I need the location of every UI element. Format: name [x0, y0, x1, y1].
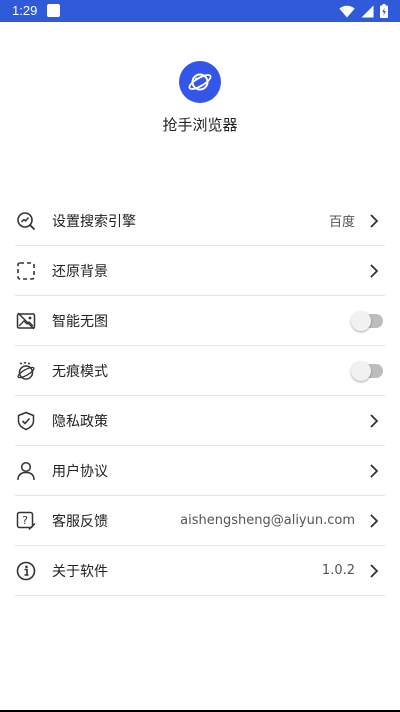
about-version: 1.0.2: [321, 563, 355, 578]
no-image-icon: [16, 311, 36, 331]
wifi-icon: [339, 5, 355, 17]
feedback-label: 客服反馈: [52, 513, 108, 530]
toggle-knob: [351, 360, 371, 381]
incognito-icon: [16, 361, 36, 381]
user-agreement-row[interactable]: 用户协议: [15, 446, 385, 496]
status-icons: [339, 3, 388, 19]
search-engine-row[interactable]: 设置搜索引擎 百度: [15, 196, 385, 246]
chevron-right-icon: [367, 263, 381, 279]
incognito-mode-label: 无痕模式: [52, 363, 108, 380]
chevron-right-icon: [367, 213, 381, 229]
feedback-row[interactable]: ? 客服反馈 aishengsheng@aliyun.com: [15, 496, 385, 546]
feedback-email: aishengsheng@aliyun.com: [180, 513, 355, 528]
restore-background-label: 还原背景: [52, 263, 108, 280]
status-time: 1:29: [12, 3, 38, 18]
smart-no-image-toggle[interactable]: [351, 310, 383, 331]
smart-no-image-row: 智能无图: [15, 296, 385, 346]
search-engine-label: 设置搜索引擎: [52, 213, 136, 230]
about-row[interactable]: 关于软件 1.0.2: [15, 546, 385, 596]
toggle-knob: [351, 310, 371, 331]
user-icon: [16, 461, 36, 481]
notification-icon: [47, 4, 60, 17]
dashed-square-icon: [16, 261, 36, 281]
signal-icon: [361, 5, 374, 17]
info-icon: [16, 561, 36, 581]
svg-text:?: ?: [22, 514, 28, 527]
incognito-mode-toggle[interactable]: [351, 360, 383, 381]
feedback-icon: ?: [16, 511, 36, 531]
privacy-policy-row[interactable]: 隐私政策: [15, 396, 385, 446]
app-logo: [179, 61, 221, 103]
chevron-right-icon: [367, 463, 381, 479]
planet-icon: [188, 73, 212, 91]
search-engine-icon: [16, 211, 36, 231]
battery-icon: [380, 4, 388, 18]
status-bar: 1:29: [0, 0, 400, 22]
smart-no-image-label: 智能无图: [52, 313, 108, 330]
privacy-policy-label: 隐私政策: [52, 413, 108, 430]
chevron-right-icon: [367, 513, 381, 529]
app-name: 抢手浏览器: [162, 116, 238, 134]
chevron-right-icon: [367, 563, 381, 579]
about-label: 关于软件: [52, 563, 108, 580]
incognito-mode-row: 无痕模式: [15, 346, 385, 396]
restore-background-row[interactable]: 还原背景: [15, 246, 385, 296]
shield-check-icon: [16, 411, 36, 431]
settings-menu: 设置搜索引擎 百度 还原背景 智能无图 无痕模式 隐私政策 用户协议 ? 客服反…: [15, 196, 385, 596]
app-header: 抢手浏览器: [0, 22, 400, 192]
chevron-right-icon: [367, 413, 381, 429]
user-agreement-label: 用户协议: [52, 463, 108, 480]
search-engine-value: 百度: [328, 215, 355, 230]
